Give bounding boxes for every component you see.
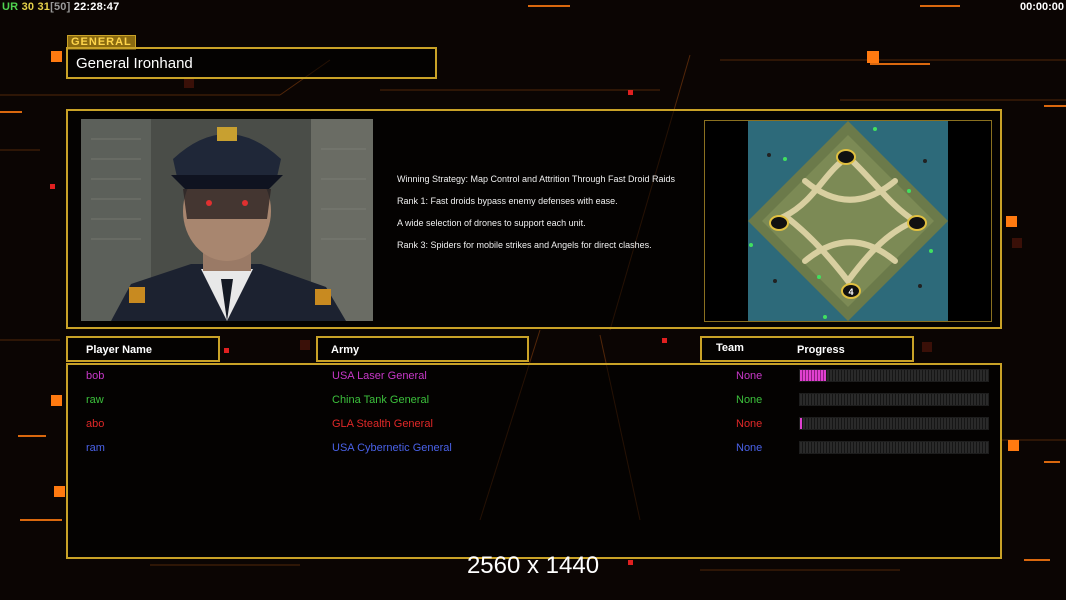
hud-clock: 22:28:47 [73,1,120,13]
table-row[interactable]: bob USA Laser General None [68,367,1000,387]
header-player-name-box: Player Name [66,336,220,362]
player-team: None [736,394,763,406]
table-row[interactable]: abo GLA Stealth General None [68,415,1000,435]
general-info-panel: Winning Strategy: Map Control and Attrit… [66,109,1002,329]
hud-timer: 00:00:00 [1019,1,1064,13]
player-army: GLA Stealth General [332,418,433,430]
progress-bar [799,441,989,454]
hud-stats: UR 30 31[50] 22:28:47 [2,1,119,13]
header-player-name: Player Name [86,344,153,356]
progress-bar [799,393,989,406]
player-team: None [736,418,763,430]
player-army: USA Laser General [332,370,427,382]
general-name: General Ironhand [76,55,193,72]
progress-bar [799,369,989,382]
resolution-label: 2560 x 1440 [466,552,600,579]
player-army: USA Cybernetic General [332,442,452,454]
players-table: bob USA Laser General None raw China Tan… [66,363,1002,559]
hud-value-1: 30 [21,1,35,13]
general-portrait [81,119,373,321]
player-team: None [736,442,763,454]
player-name: ram [86,442,105,454]
header-team-progress-box: Team Progress [700,336,914,362]
header-team: Team [716,342,744,354]
progress-fill [800,370,827,381]
description-line: Rank 3: Spiders for mobile strikes and A… [397,240,652,250]
map-start-marker-label: 4 [848,287,853,297]
player-name: bob [86,370,105,382]
player-team: None [736,370,763,382]
table-row[interactable]: raw China Tank General None [68,391,1000,411]
description-line: A wide selection of drones to support ea… [397,218,586,228]
general-description: Winning Strategy: Map Control and Attrit… [397,174,697,262]
progress-bar [799,417,989,430]
hud-value-2: 31 [37,1,51,13]
header-progress: Progress [797,344,845,356]
description-line: Rank 1: Fast droids bypass enemy defense… [397,196,618,206]
hud-value-3: [50] [50,1,71,13]
player-name: raw [86,394,104,406]
player-name: abo [86,418,105,430]
map-preview: 4 [704,120,992,322]
header-army-box: Army [316,336,529,362]
player-army: China Tank General [332,394,430,406]
hud-ur-label: UR [2,1,19,13]
progress-fill [800,418,802,429]
header-army: Army [331,344,360,356]
table-row[interactable]: ram USA Cybernetic General None [68,439,1000,459]
general-title-box: General Ironhand [66,47,437,79]
description-line: Winning Strategy: Map Control and Attrit… [397,174,675,184]
